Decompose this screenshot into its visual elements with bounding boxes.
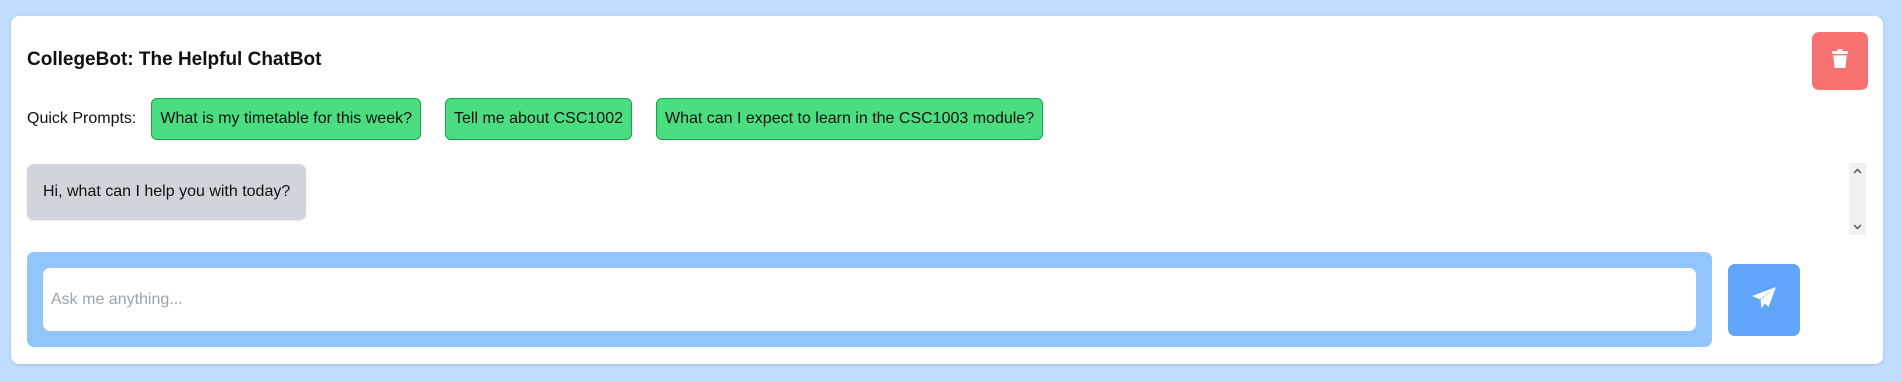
send-button[interactable] [1728,264,1800,336]
quick-prompts-label: Quick Prompts: [27,110,137,127]
quick-prompt-csc1003-button[interactable]: What can I expect to learn in the CSC100… [655,98,1044,140]
message-input[interactable] [43,268,1696,331]
delete-chat-button[interactable] [1812,32,1868,90]
bot-message: Hi, what can I help you with today? [27,164,307,220]
scroll-down-icon[interactable] [1849,219,1866,235]
quick-prompts-row: Quick Prompts: What is my timetable for … [27,98,1067,140]
scroll-up-icon[interactable] [1849,163,1866,179]
chat-messages: Hi, what can I help you with today? [27,164,1857,234]
quick-prompt-timetable-button[interactable]: What is my timetable for this week? [151,98,421,140]
message-input-container [27,252,1712,347]
quick-prompt-csc1002-button[interactable]: Tell me about CSC1002 [445,98,632,140]
chat-scrollbar[interactable] [1849,163,1866,235]
page-title: CollegeBot: The Helpful ChatBot [27,49,322,70]
chat-card: CollegeBot: The Helpful ChatBot Quick Pr… [11,16,1883,364]
paper-plane-icon [1751,286,1777,315]
trash-icon [1832,49,1848,73]
